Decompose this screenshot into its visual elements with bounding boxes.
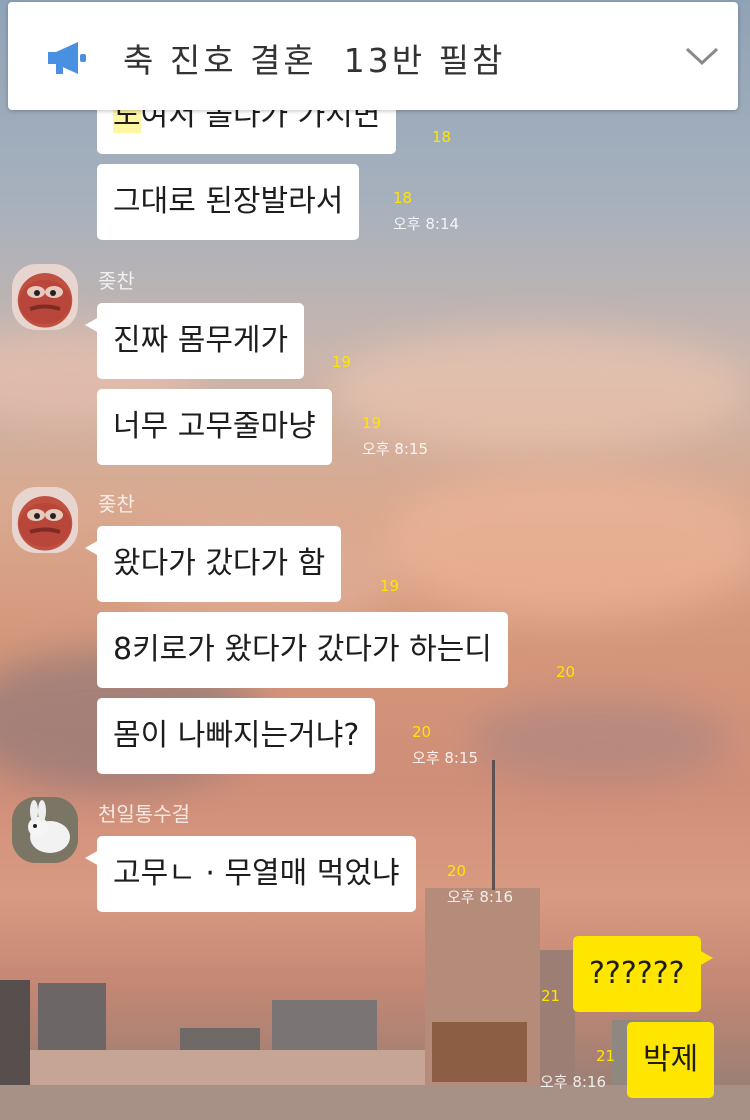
megaphone-icon [48, 42, 86, 74]
message-text: 너무 고무줄마냥 [113, 409, 316, 444]
message-text: 왔다가 갔다가 함 [113, 546, 326, 581]
unread-count: 18 [393, 189, 413, 207]
unread-count: 20 [412, 723, 432, 741]
message-time: 오후 8:15 [412, 749, 479, 767]
frog-avatar-icon [19, 503, 71, 547]
unread-count: 19 [380, 577, 400, 595]
message-text: 고무ㄴ · 무열매 먹었냐 [113, 856, 400, 891]
message-text: 박제 [643, 1042, 699, 1077]
message-bubble[interactable]: 그대로 된장발라서 [97, 164, 360, 240]
message-text: 그대로 된장발라서 [113, 184, 344, 219]
message-time: 오후 8:14 [393, 215, 460, 233]
chevron-down-icon[interactable] [684, 44, 720, 68]
message-text: 진짜 몸무게가 [113, 323, 289, 358]
avatar[interactable] [12, 797, 78, 863]
message-bubble[interactable]: 진짜 몸무게가 [84, 303, 305, 379]
my-message-bubble[interactable]: 박제 [627, 1022, 715, 1098]
sender-name: 천일통수걸 [98, 802, 190, 826]
my-message-bubble[interactable]: ?????? [573, 936, 713, 1012]
unread-count: 21 [596, 1047, 616, 1065]
message-bubble[interactable]: 고무ㄴ · 무열매 먹었냐 [85, 836, 416, 912]
message-bubble[interactable]: 너무 고무줄마냥 [97, 389, 332, 465]
sender-name: 좆찬 [98, 492, 135, 516]
notice-title: 축 진호 결혼 13반 필참 [123, 41, 506, 80]
avatar[interactable] [12, 264, 78, 330]
frog-avatar-icon [19, 280, 71, 324]
unread-count: 21 [541, 987, 561, 1005]
message-text: 몸이 나빠지는거냐? [113, 718, 360, 753]
unread-count: 20 [447, 862, 467, 880]
unread-count: 19 [362, 414, 382, 432]
message-time: 오후 8:16 [540, 1073, 607, 1091]
avatar[interactable] [12, 487, 78, 553]
message-text: 8키로가 왔다가 갔다가 하는디 [113, 632, 492, 667]
message-time: 오후 8:15 [362, 440, 429, 458]
message-bubble[interactable]: 8키로가 왔다가 갔다가 하는디 [97, 612, 508, 688]
message-text: ?????? [589, 956, 685, 991]
unread-count: 20 [556, 663, 576, 681]
unread-count: 18 [432, 128, 452, 146]
message-time: 오후 8:16 [447, 888, 514, 906]
sender-name: 좆찬 [98, 269, 135, 293]
message-bubble[interactable]: 왔다가 갔다가 함 [84, 526, 342, 602]
rabbit-avatar-icon [12, 797, 78, 863]
unread-count: 19 [332, 353, 352, 371]
notice-bar[interactable]: 축 진호 결혼 13반 필참 [8, 2, 738, 110]
message-bubble[interactable]: 몸이 나빠지는거냐? [97, 698, 376, 774]
